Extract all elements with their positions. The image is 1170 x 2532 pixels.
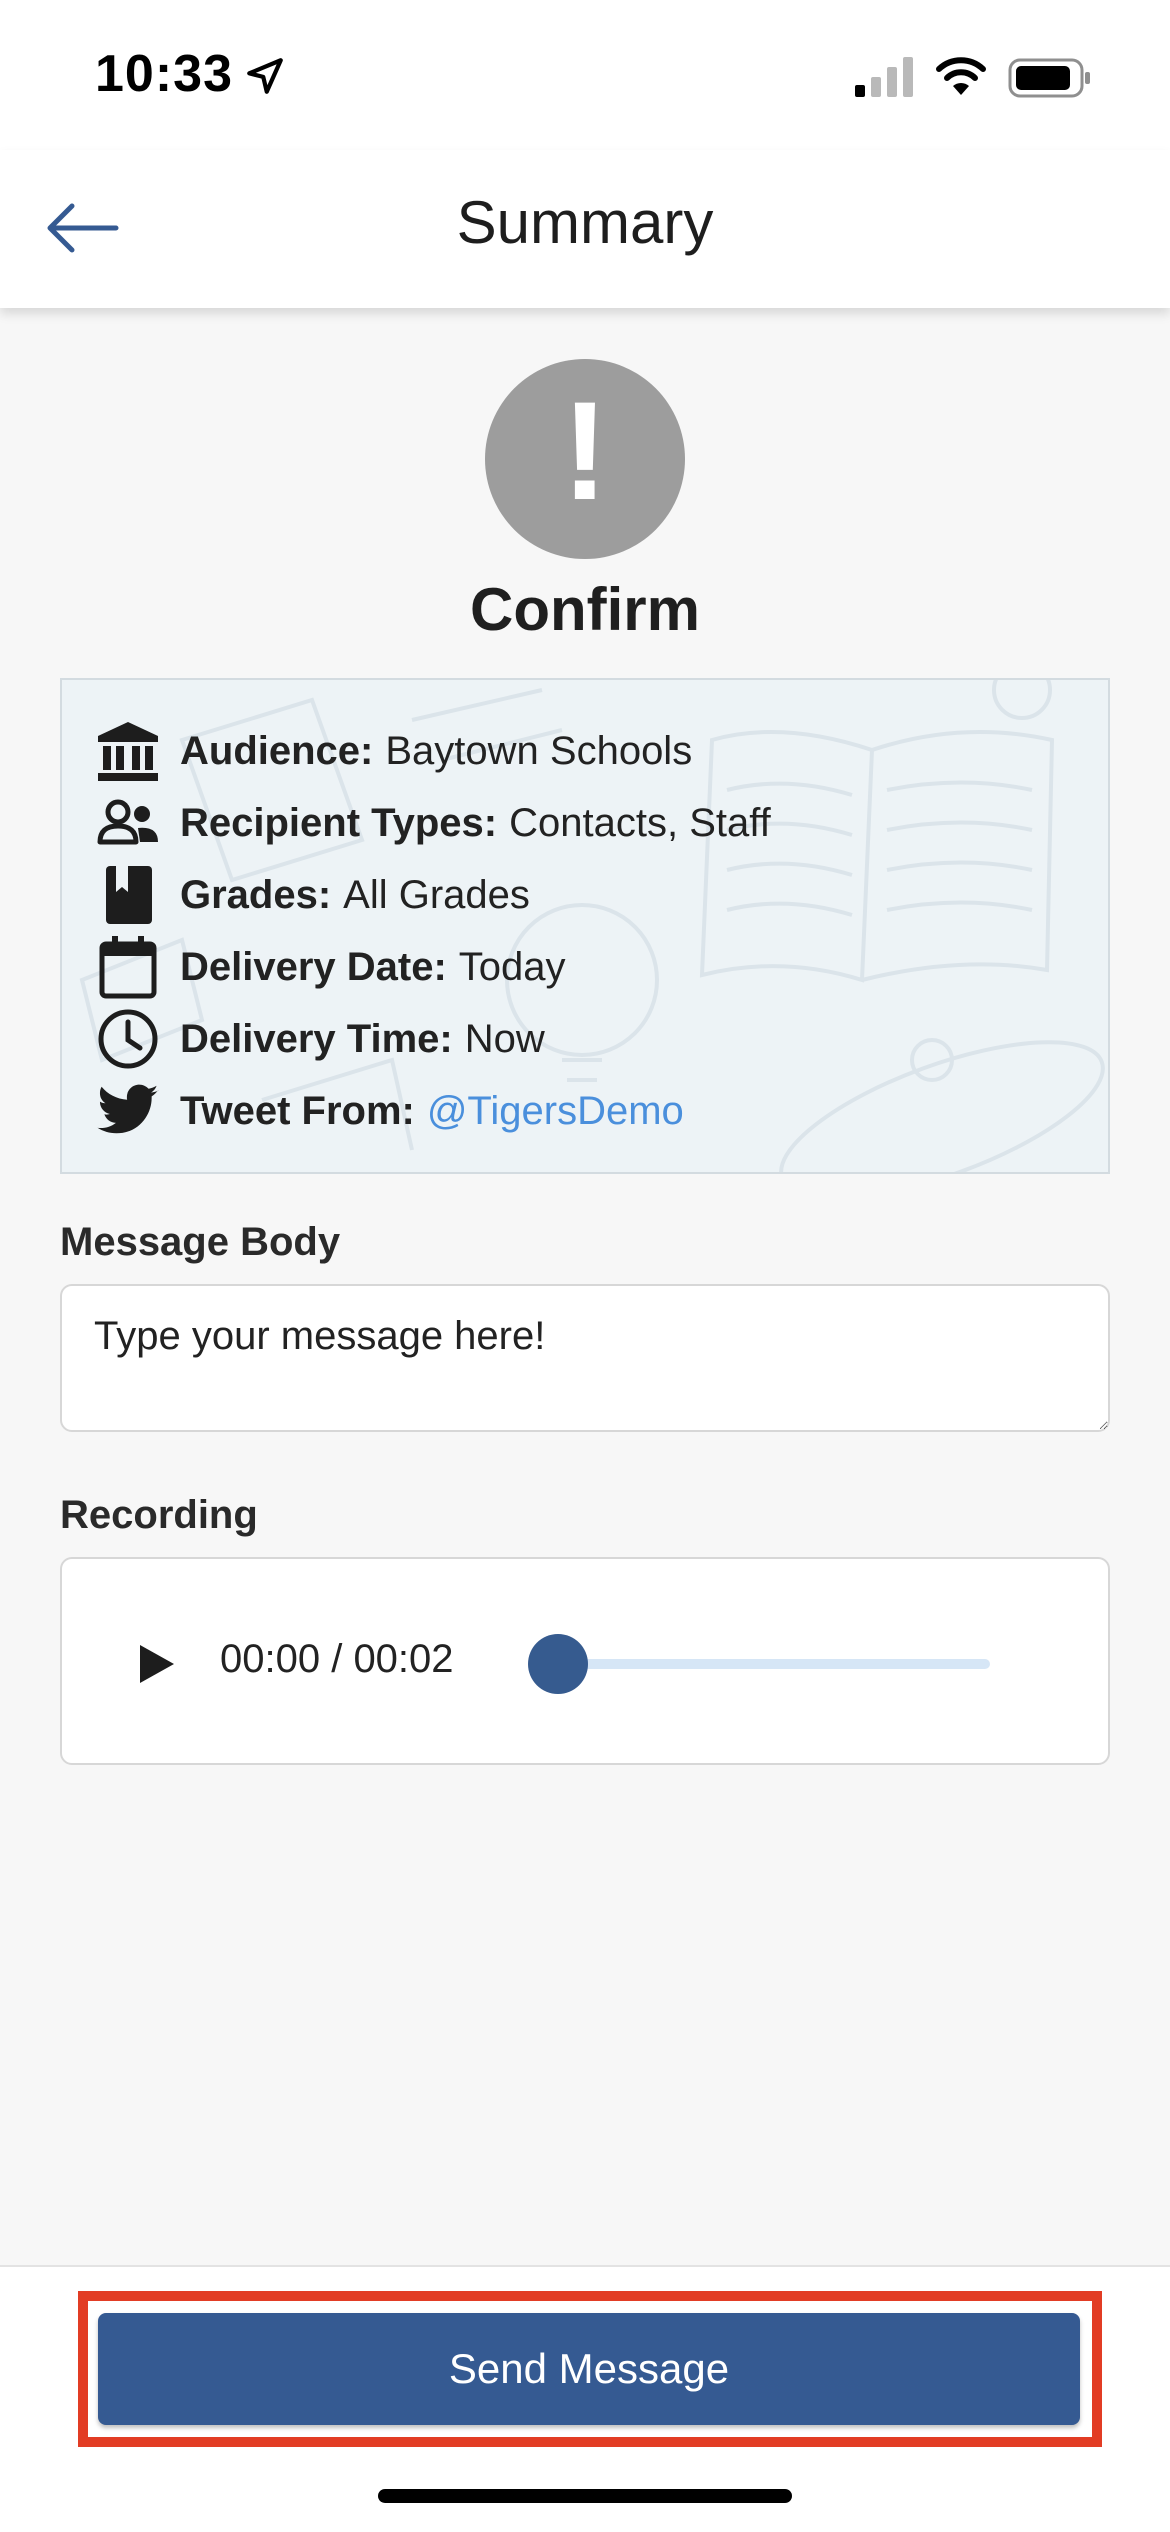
summary-label: Tweet From: [180,1088,415,1133]
app-header: Summary [0,150,1170,308]
audio-seek-track[interactable] [558,1659,990,1669]
summary-label: Delivery Date: [180,944,447,989]
play-icon[interactable] [128,1637,182,1691]
send-message-button[interactable]: Send Message [98,2313,1080,2425]
wifi-icon [936,57,986,95]
audio-seek-thumb[interactable] [528,1634,588,1694]
audio-time-readout: 00:00 / 00:02 [220,1637,454,1681]
confirm-heading: Confirm [470,576,700,643]
summary-value: All Grades [343,872,530,917]
summary-card: Audience: Baytown Schools Recipient Type… [60,678,1110,1174]
summary-row-tweet-from: Tweet From: @TigersDemo [94,1075,684,1147]
book-icon [106,866,152,924]
summary-value: Now [464,1016,545,1061]
summary-value: Baytown Schools [385,728,693,773]
signal-icon [855,57,913,97]
battery-icon [1008,58,1090,98]
summary-value: Today [458,944,566,989]
summary-row-recipient-types: Recipient Types: Contacts, Staff [94,787,771,859]
calendar-icon [99,936,157,999]
summary-label: Recipient Types: [180,800,498,845]
summary-label: Audience: [180,728,374,773]
page-title: Summary [456,189,714,256]
home-indicator [378,2489,792,2503]
summary-row-grades: Grades: All Grades [94,859,530,931]
message-body-label: Message Body [60,1220,341,1264]
twitter-handle-link[interactable]: @TigersDemo [427,1089,684,1134]
summary-row-audience: Audience: Baytown Schools [94,715,692,787]
audio-player: 00:00 / 00:02 [60,1557,1110,1765]
exclamation-glyph: ! [561,372,609,529]
twitter-icon [97,1084,159,1134]
clock-icon [98,1009,158,1069]
recording-label: Recording [60,1493,258,1537]
summary-value: Contacts, Staff [509,800,771,845]
users-icon [97,799,158,845]
alert-icon: ! [485,359,685,559]
message-body-input[interactable] [60,1284,1110,1432]
institution-icon [98,722,158,781]
summary-row-delivery-date: Delivery Date: Today [94,931,566,1003]
location-arrow-icon [247,58,283,94]
summary-label: Delivery Time: [180,1016,453,1061]
status-time: 10:33 [95,45,233,103]
summary-label: Grades: [180,872,332,917]
status-bar: 10:33 [0,0,1170,150]
summary-row-delivery-time: Delivery Time: Now [94,1003,545,1075]
